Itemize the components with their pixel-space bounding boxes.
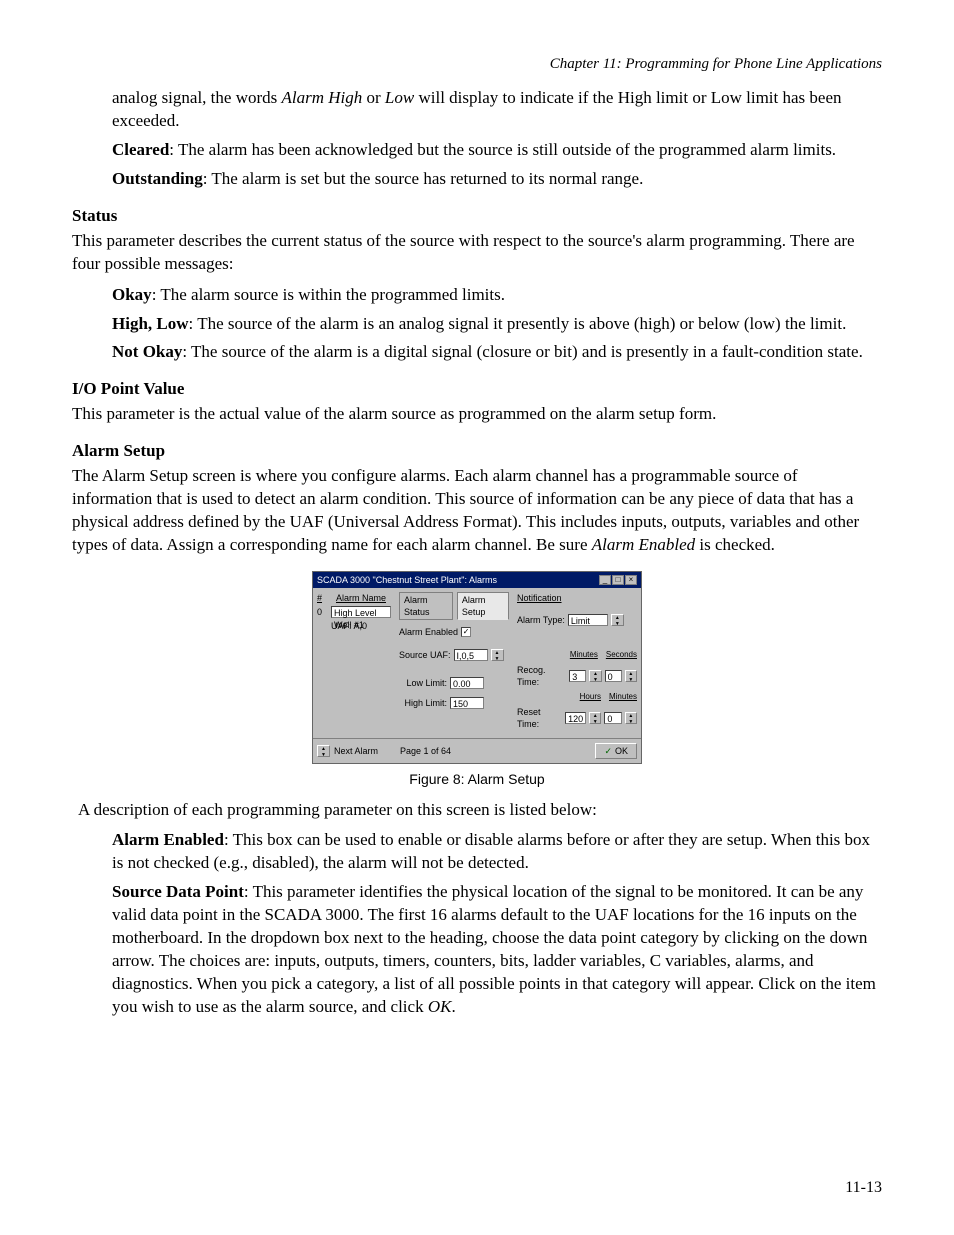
label-alarm-enabled: Alarm Enabled <box>399 626 458 638</box>
recog-min-input[interactable]: 3 <box>569 670 586 682</box>
close-icon[interactable]: × <box>625 575 637 585</box>
recog-sec-spinner[interactable] <box>625 670 637 682</box>
row-uaf: UAF: A,0 <box>317 620 391 632</box>
row-no: 0 <box>317 606 331 618</box>
def-highlow: High, Low: The source of the alarm is an… <box>112 313 882 336</box>
ok-label: OK <box>615 745 628 757</box>
def-cleared: Cleared: The alarm has been acknowledged… <box>112 139 882 162</box>
page-indicator: Page 1 of 64 <box>400 745 451 757</box>
def-sdp: Source Data Point: This parameter identi… <box>112 881 882 1019</box>
check-icon: ✓ <box>604 745 612 757</box>
hdr-seconds: Seconds <box>606 650 637 661</box>
intro-em1: Alarm High <box>282 88 363 107</box>
io-text: This parameter is the actual value of th… <box>72 403 882 426</box>
hdr-minutes-2: Minutes <box>609 692 637 703</box>
window-title: SCADA 3000 "Chestnut Street Plant": Alar… <box>317 574 497 586</box>
intro-mid: or <box>362 88 385 107</box>
reset-m-spinner[interactable] <box>625 712 637 724</box>
minimize-icon[interactable]: _ <box>599 575 611 585</box>
page-number: 11-13 <box>845 1179 882 1197</box>
hdr-hours: Hours <box>580 692 601 703</box>
def-notokay: Not Okay: The source of the alarm is a d… <box>112 341 882 364</box>
reset-h-spinner[interactable] <box>589 712 601 724</box>
term-enabled: Alarm Enabled <box>112 830 224 849</box>
tab-alarm-setup[interactable]: Alarm Setup <box>457 592 509 620</box>
reset-h-input[interactable]: 120 <box>565 712 586 724</box>
text-sdp-em: OK <box>428 997 452 1016</box>
term-outstanding: Outstanding <box>112 169 203 188</box>
hdr-minutes: Minutes <box>570 650 598 661</box>
text-enabled: : This box can be used to enable or disa… <box>112 830 870 872</box>
alarm-list-panel: # Alarm Name 0 High Level Well #1 UAF: A… <box>313 588 395 737</box>
heading-alarm-setup: Alarm Setup <box>72 440 882 463</box>
alarm-text-em: Alarm Enabled <box>592 535 695 554</box>
next-alarm-spinner[interactable] <box>317 745 330 757</box>
term-cleared: Cleared <box>112 140 169 159</box>
alarm-setup-text: The Alarm Setup screen is where you conf… <box>72 465 882 557</box>
term-notokay: Not Okay <box>112 342 182 361</box>
def-alarm-enabled: Alarm Enabled: This box can be used to e… <box>112 829 882 875</box>
text-highlow: : The source of the alarm is an analog s… <box>189 314 847 333</box>
label-high-limit: High Limit: <box>399 697 447 709</box>
titlebar[interactable]: SCADA 3000 "Chestnut Street Plant": Alar… <box>313 572 641 588</box>
text-sdp-post: . <box>451 997 455 1016</box>
intro-em2: Low <box>385 88 414 107</box>
alarm-text-post: is checked. <box>695 535 775 554</box>
text-sdp-pre: : This parameter identifies the physical… <box>112 882 876 1016</box>
tab-alarm-status[interactable]: Alarm Status <box>399 592 453 620</box>
desc-intro: A description of each programming parame… <box>78 799 882 822</box>
alarm-enabled-checkbox[interactable]: ✓ <box>461 627 471 637</box>
term-highlow: High, Low <box>112 314 189 333</box>
maximize-icon[interactable]: □ <box>612 575 624 585</box>
alarm-name-input[interactable]: High Level Well #1 <box>331 606 391 618</box>
source-uaf-dropdown-icon[interactable] <box>491 649 504 661</box>
col-name: Alarm Name <box>331 592 391 604</box>
figure-caption: Figure 8: Alarm Setup <box>72 770 882 789</box>
label-reset: Reset Time: <box>517 706 562 730</box>
term-sdp: Source Data Point <box>112 882 244 901</box>
high-limit-input[interactable]: 150 <box>450 697 484 709</box>
def-okay: Okay: The alarm source is within the pro… <box>112 284 882 307</box>
intro-pre: analog signal, the words <box>112 88 282 107</box>
def-outstanding: Outstanding: The alarm is set but the so… <box>112 168 882 191</box>
source-uaf-input[interactable]: I,0,5 <box>454 649 488 661</box>
label-low-limit: Low Limit: <box>399 677 447 689</box>
text-cleared: : The alarm has been acknowledged but th… <box>169 140 836 159</box>
text-outstanding: : The alarm is set but the source has re… <box>203 169 644 188</box>
label-source-uaf: Source UAF: <box>399 649 451 661</box>
text-okay: : The alarm source is within the program… <box>152 285 505 304</box>
window: SCADA 3000 "Chestnut Street Plant": Alar… <box>312 571 642 764</box>
text-notokay: : The source of the alarm is a digital s… <box>182 342 862 361</box>
notification-header: Notification <box>517 592 637 604</box>
running-header: Chapter 11: Programming for Phone Line A… <box>72 56 882 73</box>
alarm-type-dropdown-icon[interactable] <box>611 614 624 626</box>
alarm-type-select[interactable]: Limit <box>568 614 608 626</box>
label-alarm-type: Alarm Type: <box>517 614 565 626</box>
heading-status: Status <box>72 205 882 228</box>
recog-min-spinner[interactable] <box>589 670 601 682</box>
col-no: # <box>317 592 331 604</box>
next-alarm-label: Next Alarm <box>334 745 378 757</box>
term-okay: Okay <box>112 285 152 304</box>
screenshot-figure: SCADA 3000 "Chestnut Street Plant": Alar… <box>312 571 642 764</box>
heading-io: I/O Point Value <box>72 378 882 401</box>
status-text: This parameter describes the current sta… <box>72 230 882 276</box>
ok-button[interactable]: ✓ OK <box>595 743 637 759</box>
intro-line: analog signal, the words Alarm High or L… <box>112 87 882 133</box>
recog-sec-input[interactable]: 0 <box>605 670 622 682</box>
label-recog: Recog. Time: <box>517 664 566 688</box>
reset-m-input[interactable]: 0 <box>604 712 621 724</box>
low-limit-input[interactable]: 0.00 <box>450 677 484 689</box>
